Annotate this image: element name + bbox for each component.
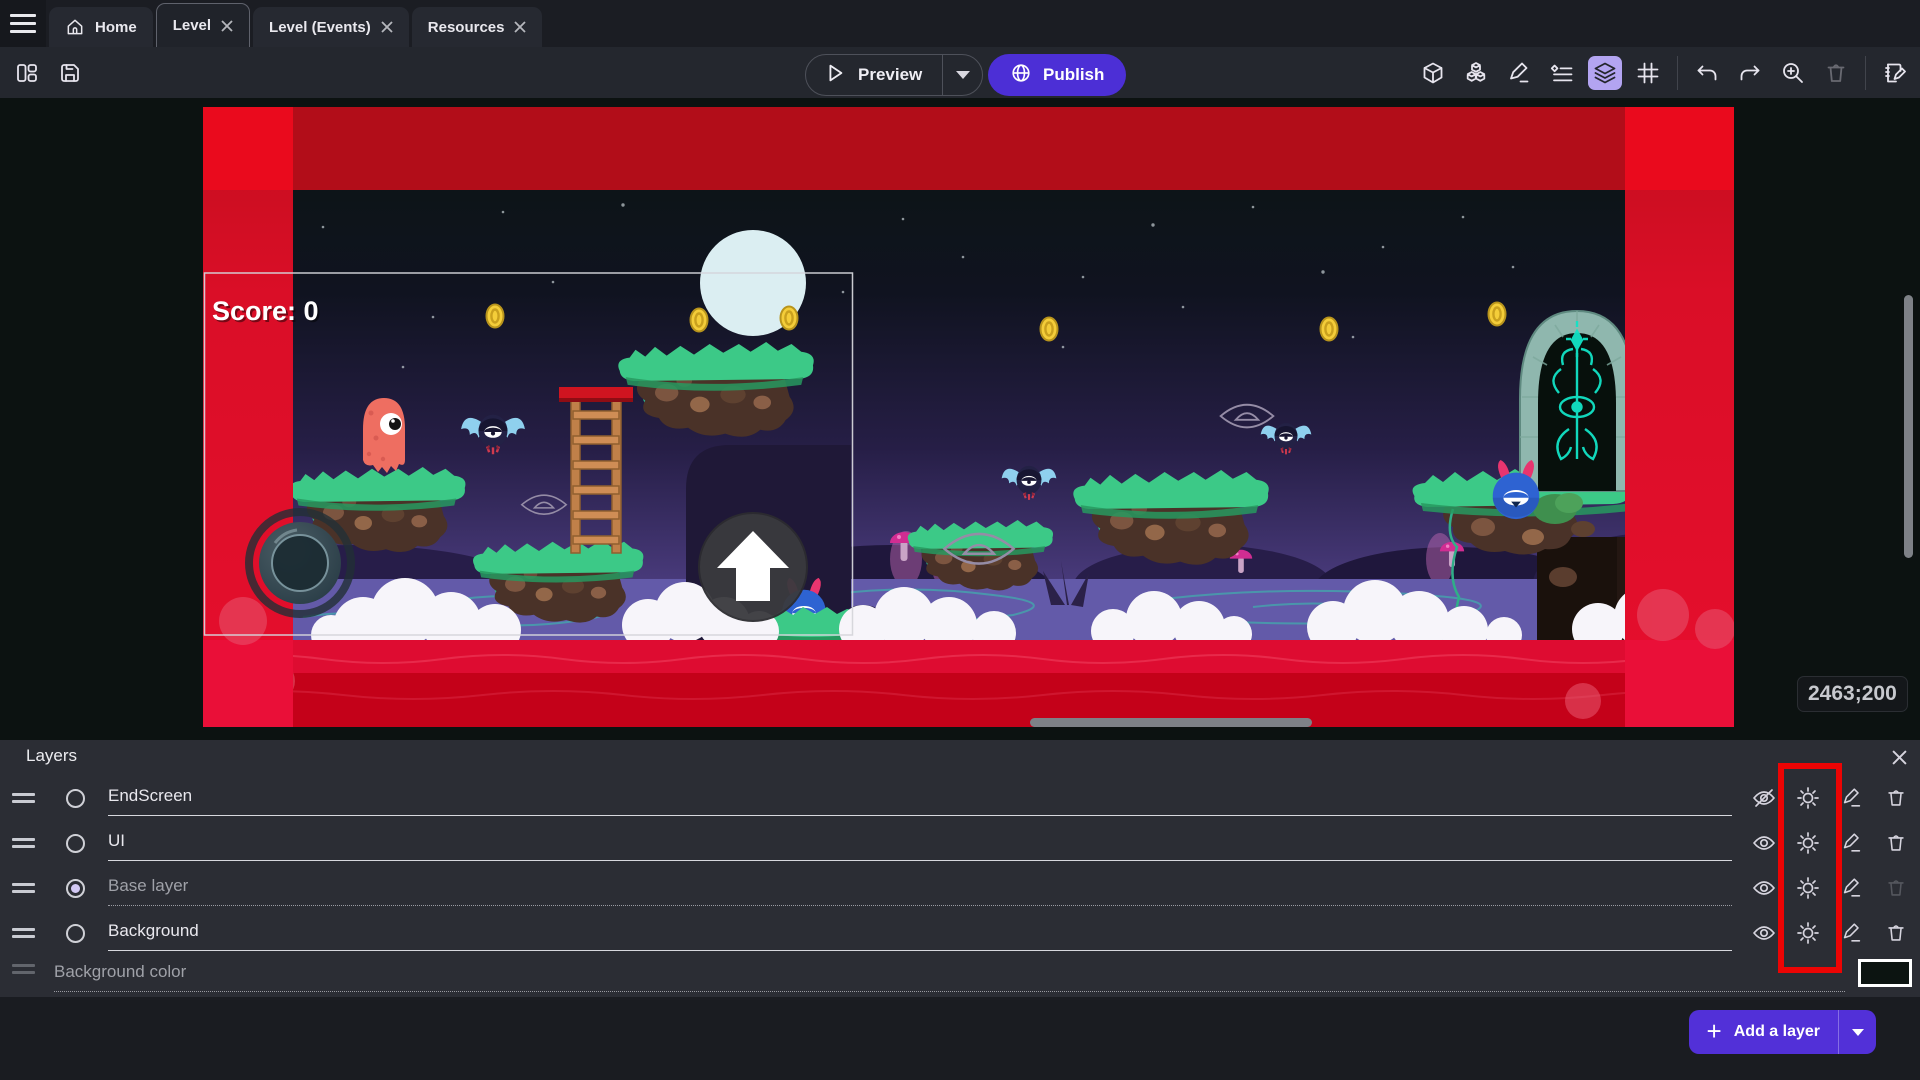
- layer-row: Base layer: [0, 866, 1920, 911]
- edit-layer-icon[interactable]: [1838, 784, 1866, 812]
- delete-layer-icon-disabled: [1882, 874, 1910, 902]
- layers-panel: Layers EndScreen UI Base layer: [0, 740, 1920, 997]
- layer-row: EndScreen: [0, 776, 1920, 821]
- preview-options-dropdown[interactable]: [942, 55, 982, 95]
- layer-radio[interactable]: [66, 924, 85, 943]
- panels-layout-icon[interactable]: [10, 56, 44, 90]
- delete-layer-icon[interactable]: [1882, 829, 1910, 857]
- edit-layer-icon[interactable]: [1838, 829, 1866, 857]
- plus-icon: +: [1707, 1018, 1722, 1044]
- tab-label: Resources: [428, 19, 505, 36]
- hamburger-menu-icon[interactable]: [0, 0, 46, 47]
- tab-strip: Home Level Level (Events) Resources: [0, 0, 1920, 47]
- play-icon: [824, 62, 846, 89]
- drag-handle-icon: [12, 964, 35, 978]
- delete-layer-icon[interactable]: [1882, 784, 1910, 812]
- panel-footer: + Add a layer: [0, 997, 1920, 1080]
- edit-layer-icon[interactable]: [1838, 919, 1866, 947]
- player-character: [363, 398, 405, 473]
- drag-handle-icon[interactable]: [12, 883, 35, 897]
- visibility-on-icon[interactable]: [1750, 919, 1778, 947]
- scene-editor-area: Score: 0 Score: 0 2463;200: [0, 98, 1920, 740]
- vertical-scrollbar[interactable]: [1904, 295, 1913, 558]
- layer-radio-selected[interactable]: [66, 879, 85, 898]
- lighting-sun-icon[interactable]: [1794, 874, 1822, 902]
- close-tab-icon[interactable]: [221, 20, 233, 32]
- save-icon[interactable]: [53, 56, 87, 90]
- layer-name-field[interactable]: Background: [108, 921, 1732, 951]
- lighting-sun-icon[interactable]: [1794, 784, 1822, 812]
- edit-layer-icon[interactable]: [1838, 874, 1866, 902]
- grid-icon[interactable]: [1631, 56, 1665, 90]
- game-canvas[interactable]: Score: 0 Score: 0: [203, 107, 1734, 727]
- layers-panel-title: Layers: [26, 746, 77, 766]
- layer-name-field[interactable]: Base layer: [108, 876, 1732, 906]
- add-layer-dropdown[interactable]: [1838, 1010, 1876, 1054]
- tab-resources[interactable]: Resources: [412, 7, 543, 47]
- virtual-joystick-icon: [249, 512, 351, 614]
- zoom-in-icon[interactable]: [1776, 56, 1810, 90]
- jump-button-icon: [699, 513, 807, 621]
- delete-icon[interactable]: [1819, 56, 1853, 90]
- close-tab-icon[interactable]: [381, 21, 393, 33]
- main-toolbar: Preview Publish: [0, 47, 1920, 98]
- instances-list-icon[interactable]: [1545, 56, 1579, 90]
- layers-tool-icon[interactable]: [1588, 56, 1622, 90]
- drag-handle-icon[interactable]: [12, 793, 35, 807]
- chevron-down-icon: [1852, 1029, 1864, 1036]
- score-text: Score: 0: [212, 296, 319, 326]
- drag-handle-icon[interactable]: [12, 838, 35, 852]
- background-color-label: Background color: [54, 962, 1845, 992]
- 3d-box-icon[interactable]: [1416, 56, 1450, 90]
- visibility-on-icon[interactable]: [1750, 829, 1778, 857]
- chevron-down-icon: [956, 71, 970, 79]
- preview-button[interactable]: Preview: [805, 54, 983, 96]
- publish-label: Publish: [1043, 65, 1104, 85]
- tab-label: Level: [173, 17, 211, 34]
- background-color-swatch[interactable]: [1858, 959, 1912, 987]
- layer-name-field[interactable]: EndScreen: [108, 786, 1732, 816]
- tab-level-events[interactable]: Level (Events): [253, 7, 409, 47]
- home-icon: [65, 17, 85, 37]
- tab-home[interactable]: Home: [49, 7, 153, 47]
- horizontal-scrollbar[interactable]: [1030, 718, 1312, 727]
- lighting-sun-icon[interactable]: [1794, 829, 1822, 857]
- layer-row: UI: [0, 821, 1920, 866]
- tab-level[interactable]: Level: [156, 3, 250, 47]
- globe-icon: [1010, 62, 1032, 89]
- preview-label: Preview: [858, 65, 922, 85]
- portal-arch: [1520, 311, 1634, 491]
- close-panel-icon[interactable]: [1888, 746, 1910, 768]
- edit-pencil-icon[interactable]: [1502, 56, 1536, 90]
- tab-label: Home: [95, 19, 137, 36]
- visibility-off-icon[interactable]: [1750, 784, 1778, 812]
- redo-icon[interactable]: [1733, 56, 1767, 90]
- undo-icon[interactable]: [1690, 56, 1724, 90]
- tab-label: Level (Events): [269, 19, 371, 36]
- drag-handle-icon[interactable]: [12, 928, 35, 942]
- layer-name-field[interactable]: UI: [108, 831, 1732, 861]
- add-layer-label: Add a layer: [1734, 1023, 1820, 1041]
- layer-radio[interactable]: [66, 789, 85, 808]
- layer-radio[interactable]: [66, 834, 85, 853]
- object-groups-icon[interactable]: [1459, 56, 1493, 90]
- background-color-row: Background color: [0, 956, 1920, 997]
- edit-scene-properties-icon[interactable]: [1878, 56, 1912, 90]
- publish-button[interactable]: Publish: [988, 54, 1126, 96]
- close-tab-icon[interactable]: [514, 21, 526, 33]
- cursor-coordinates-badge: 2463;200: [1797, 676, 1908, 712]
- layer-row: Background: [0, 911, 1920, 956]
- lighting-sun-icon[interactable]: [1794, 919, 1822, 947]
- visibility-on-icon[interactable]: [1750, 874, 1778, 902]
- add-layer-button[interactable]: + Add a layer: [1689, 1010, 1876, 1054]
- delete-layer-icon[interactable]: [1882, 919, 1910, 947]
